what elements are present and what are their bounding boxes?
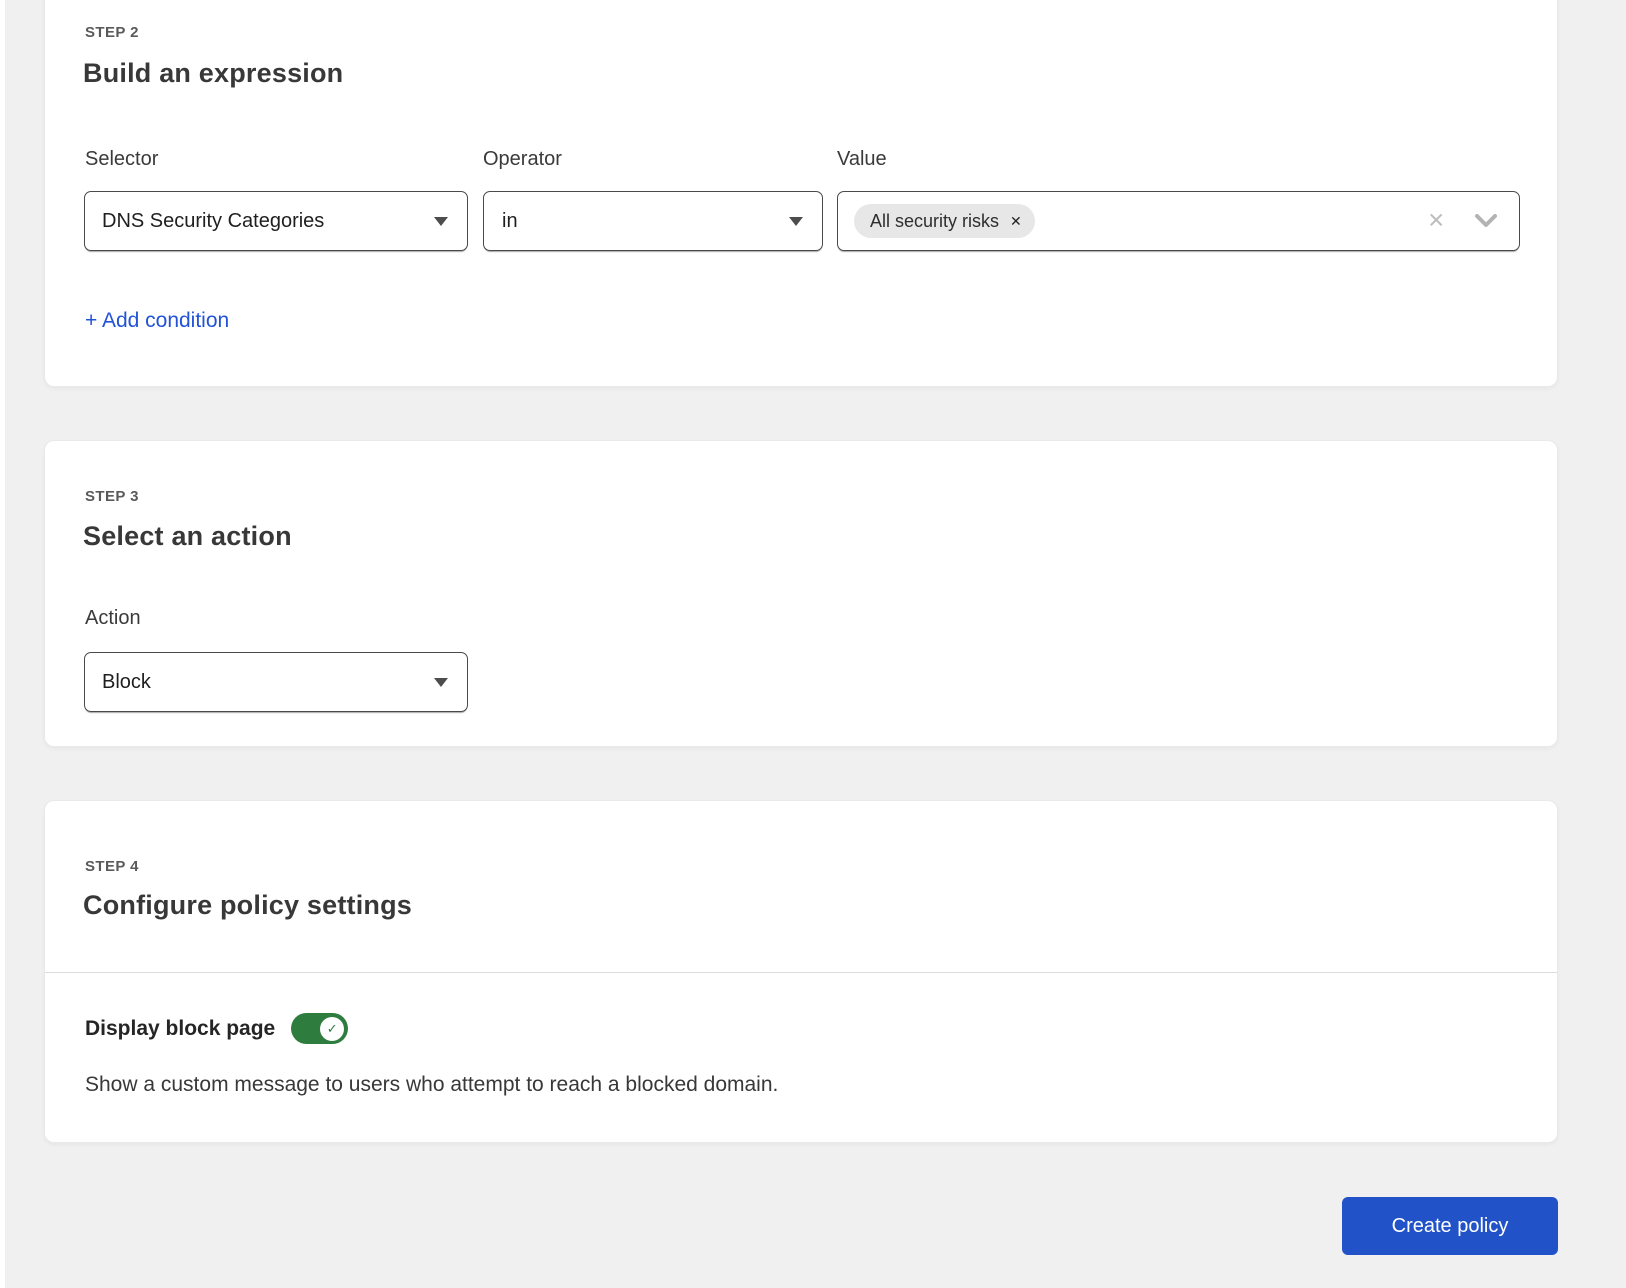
chevron-down-icon[interactable]	[1475, 214, 1497, 228]
step2-title: Build an expression	[83, 58, 344, 88]
card-select-action: STEP 3 Select an action Action Block	[44, 440, 1558, 747]
section-divider	[45, 972, 1557, 973]
tag-remove-icon[interactable]: ✕	[1010, 214, 1022, 228]
selector-dropdown-value: DNS Security Categories	[102, 209, 325, 232]
display-block-page-description: Show a custom message to users who attem…	[85, 1073, 779, 1096]
card-policy-settings: STEP 4 Configure policy settings Display…	[44, 800, 1558, 1143]
selector-dropdown[interactable]: DNS Security Categories	[84, 191, 468, 251]
action-dropdown[interactable]: Block	[84, 652, 468, 712]
step3-label: STEP 3	[85, 488, 139, 505]
display-block-page-toggle[interactable]: ✓	[291, 1013, 349, 1044]
value-tag-label: All security risks	[870, 210, 1000, 231]
step3-title: Select an action	[83, 521, 292, 551]
selector-field-label: Selector	[85, 148, 159, 170]
add-condition-link[interactable]: + Add condition	[85, 309, 229, 333]
toggle-check-icon: ✓	[320, 1016, 345, 1041]
action-dropdown-value: Block	[102, 670, 151, 693]
operator-dropdown[interactable]: in	[483, 191, 823, 251]
value-multiselect[interactable]: All security risks ✕ ✕	[837, 191, 1520, 251]
value-tag: All security risks ✕	[854, 204, 1035, 238]
clear-value-icon[interactable]: ✕	[1427, 211, 1445, 232]
value-field-label: Value	[837, 148, 887, 170]
page-left-edge	[0, 0, 5, 1288]
card-build-expression: STEP 2 Build an expression Selector Oper…	[44, 0, 1558, 387]
step4-label: STEP 4	[85, 858, 139, 875]
caret-down-icon	[434, 217, 448, 226]
caret-down-icon	[434, 678, 448, 687]
caret-down-icon	[789, 217, 803, 226]
operator-field-label: Operator	[483, 148, 562, 170]
operator-dropdown-value: in	[502, 209, 518, 232]
display-block-page-label: Display block page	[85, 1016, 276, 1040]
step2-label: STEP 2	[85, 24, 139, 41]
create-policy-button[interactable]: Create policy	[1342, 1197, 1558, 1255]
action-field-label: Action	[85, 607, 141, 629]
step4-title: Configure policy settings	[83, 890, 413, 920]
